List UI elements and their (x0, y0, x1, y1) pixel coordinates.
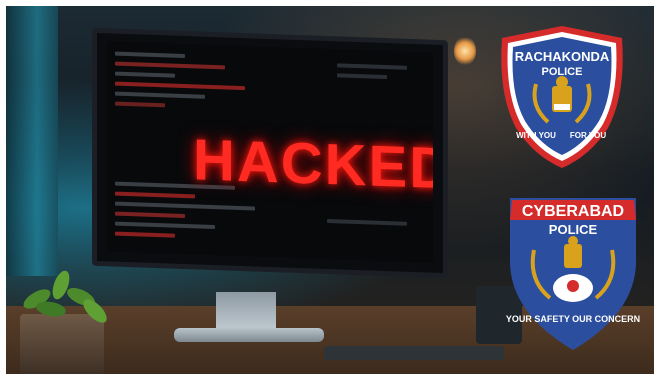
hacked-screen-text: HACKED (193, 127, 433, 202)
rachakonda-police-badge: RACHAKONDA POLICE WITH YOU FOR YOU (496, 24, 628, 170)
shield-icon: RACHAKONDA POLICE WITH YOU FOR YOU (501, 26, 623, 168)
badge-motto-left: WITH YOU (516, 131, 556, 140)
code-line (337, 73, 387, 80)
code-line (115, 231, 175, 238)
monitor-stand (216, 292, 276, 332)
code-line (327, 218, 407, 226)
cyberabad-police-badge: CYBERABAD POLICE YOUR SAFETY OUR CONCERN (504, 194, 642, 354)
code-line (115, 71, 175, 78)
code-line (115, 191, 195, 199)
computer-monitor: HACKED (92, 27, 448, 279)
code-line (115, 91, 205, 99)
code-line (115, 221, 215, 230)
badge-motto: YOUR SAFETY OUR CONCERN (506, 314, 640, 324)
code-line (115, 51, 185, 59)
code-line (115, 201, 255, 211)
code-line (115, 61, 225, 70)
code-line (115, 211, 185, 219)
shield-icon: CYBERABAD POLICE YOUR SAFETY OUR CONCERN (506, 198, 640, 350)
badge-title: RACHAKONDA (515, 49, 610, 64)
image-frame: HACKED RACHAKONDA POLICE WITH YOU FOR YO… (0, 0, 660, 380)
background-glow (6, 6, 58, 276)
keyboard (324, 346, 504, 360)
plant-pot (20, 314, 104, 374)
lamp-light (454, 36, 476, 66)
monitor-base (174, 328, 324, 342)
code-line (115, 101, 165, 108)
badge-motto-right: FOR YOU (570, 131, 607, 140)
monitor-screen: HACKED (107, 41, 433, 263)
badge-subtitle: POLICE (549, 222, 598, 237)
code-line (337, 63, 407, 70)
badge-title: CYBERABAD (522, 203, 624, 220)
code-line (115, 81, 245, 91)
